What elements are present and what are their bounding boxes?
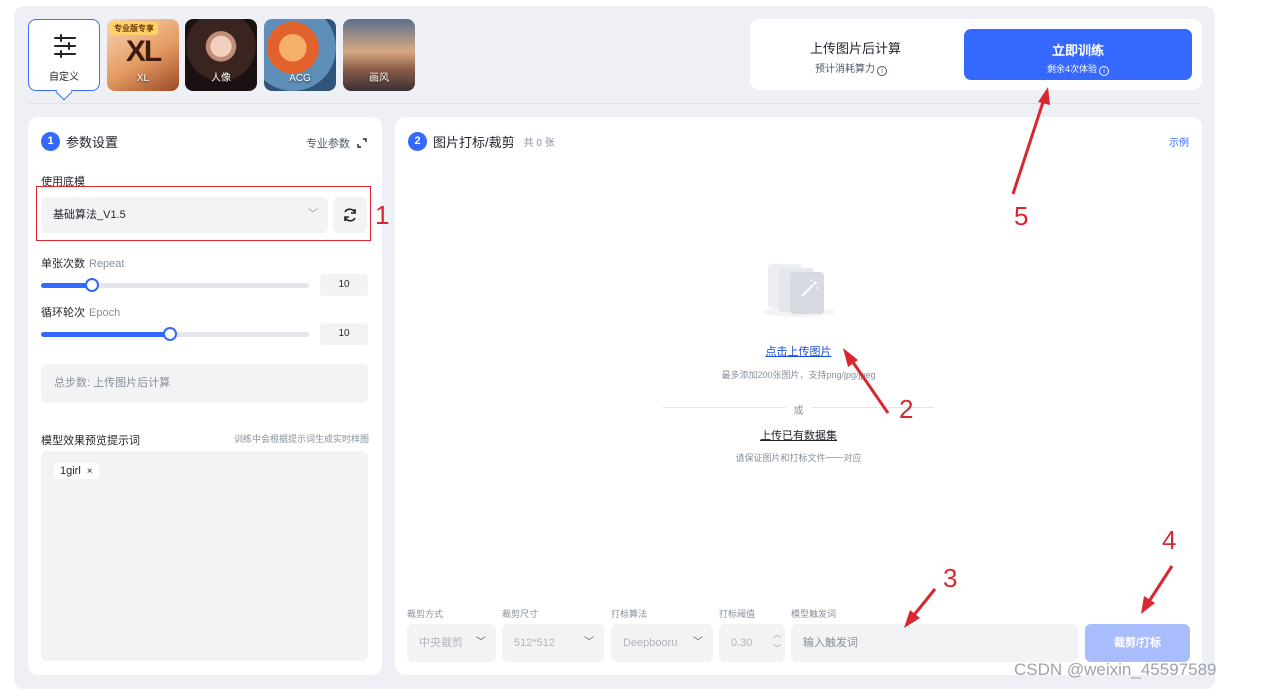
crop-tag-button[interactable]: 裁剪/打标 — [1085, 624, 1190, 662]
chevron-down-icon: ﹀ — [476, 637, 486, 648]
step-badge: 2 — [408, 132, 427, 151]
dataset-note: 请保证图片和打标文件一一对应 — [735, 453, 862, 463]
pro-params-button[interactable]: 专业参数 — [306, 135, 367, 151]
annotation-label: 4 — [1162, 525, 1177, 555]
crop-mode-select[interactable]: 中央裁剪 ﹀ — [407, 624, 496, 662]
annotation-label: 5 — [1014, 201, 1029, 231]
epoch-slider-fill — [41, 332, 170, 337]
tile-label: XL — [136, 73, 150, 84]
info-icon[interactable]: i — [877, 66, 887, 76]
tile-custom[interactable]: 自定义 — [28, 19, 100, 91]
epoch-value[interactable]: 10 — [320, 323, 368, 345]
upload-note: 最多添加200张图片，支持png/jpg/jpeg — [721, 370, 876, 380]
tile-portrait[interactable]: 人像 — [185, 19, 257, 91]
annotation-label: 2 — [899, 394, 914, 424]
chevron-down-icon: ﹀ — [584, 637, 594, 648]
repeat-slider[interactable] — [41, 278, 309, 292]
epoch-slider-thumb[interactable] — [162, 327, 177, 341]
tag-algorithm-label: 打标算法 — [611, 609, 648, 619]
tile-label: 画风 — [369, 73, 389, 84]
epoch-label: 循环轮次 Epoch — [41, 307, 121, 319]
chevron-up-icon[interactable]: ︿ — [773, 630, 781, 640]
cost-subtitle: 预计消耗算力 i — [815, 60, 887, 76]
repeat-value[interactable]: 10 — [320, 274, 368, 296]
repeat-slider-thumb[interactable] — [84, 278, 99, 292]
tile-label: 自定义 — [49, 72, 79, 83]
prompt-input-area[interactable]: 1girl × — [41, 451, 368, 661]
repeat-label: 单张次数 Repeat — [41, 258, 125, 270]
train-button-sub: 剩余4次体验 i — [964, 62, 1192, 76]
upload-dataset-link[interactable]: 上传已有数据集 — [395, 427, 1202, 443]
annotation-box — [36, 186, 371, 241]
tile-painting-style[interactable]: 画风 — [343, 19, 415, 91]
close-icon[interactable]: × — [87, 466, 93, 477]
chevron-down-icon: ﹀ — [693, 637, 703, 648]
prompt-label: 模型效果预览提示词 — [41, 435, 140, 447]
cost-title: 上传图片后计算 — [810, 41, 902, 56]
crop-size-label: 裁剪尺寸 — [502, 609, 539, 619]
tag-algorithm-select[interactable]: Deepbooru ﹀ — [611, 624, 713, 662]
images-title: 2 图片打标/裁剪 共 0 张 — [408, 132, 555, 151]
epoch-slider[interactable] — [41, 327, 309, 341]
prompt-hint: 训练中会根据提示词生成实时样图 — [233, 434, 369, 444]
threshold-label: 打标阈值 — [719, 609, 756, 619]
tile-acg[interactable]: ACG — [264, 19, 336, 91]
tile-xl[interactable]: 专业版专享 XL XL — [107, 19, 179, 91]
cost-card: 上传图片后计算 预计消耗算力 i 立即训练 剩余4次体验 i — [750, 19, 1202, 90]
train-now-button[interactable]: 立即训练 剩余4次体验 i — [964, 29, 1192, 80]
chevron-down-icon[interactable]: ﹀ — [773, 644, 781, 654]
annotation-label: 3 — [943, 563, 958, 593]
expand-icon — [357, 138, 367, 148]
info-icon[interactable]: i — [1099, 66, 1109, 76]
trigger-word-label: 模型触发词 — [791, 609, 837, 619]
step-badge: 1 — [41, 132, 60, 151]
train-button-label: 立即训练 — [1051, 43, 1104, 58]
prompt-tag: 1girl × — [54, 463, 99, 479]
params-panel: 1 参数设置 专业参数 使用底模 基础算法_V1.5 ﹀ 单张次数 Repeat … — [28, 117, 382, 675]
example-link[interactable]: 示例 — [1169, 134, 1189, 149]
threshold-stepper[interactable]: 0.30 ︿ ﹀ — [719, 624, 785, 662]
trigger-word-input[interactable] — [791, 624, 1078, 662]
total-steps: 总步数: 上传图片后计算 — [41, 364, 368, 403]
crop-mode-label: 裁剪方式 — [407, 609, 444, 619]
images-panel: 2 图片打标/裁剪 共 0 张 示例 点击上传图片 最多添加200张图片，支持p… — [395, 117, 1202, 675]
sliders-icon — [54, 34, 76, 58]
tile-label: ACG — [289, 73, 311, 84]
upload-image-icon — [763, 264, 835, 317]
pro-badge: 专业版专享 — [110, 22, 158, 35]
annotation-label: 1 — [375, 200, 390, 230]
upload-images-link[interactable]: 点击上传图片 — [395, 343, 1202, 359]
image-count: 共 0 张 — [523, 138, 555, 149]
divider — [28, 103, 1202, 104]
or-text: 或 — [395, 402, 1202, 417]
watermark: CSDN @weixin_45597589 — [1014, 660, 1217, 679]
tile-label: 人像 — [211, 73, 231, 84]
crop-size-select[interactable]: 512*512 ﹀ — [502, 624, 604, 662]
xl-logo-text: XL — [125, 35, 162, 68]
params-title: 1 参数设置 — [41, 132, 118, 151]
